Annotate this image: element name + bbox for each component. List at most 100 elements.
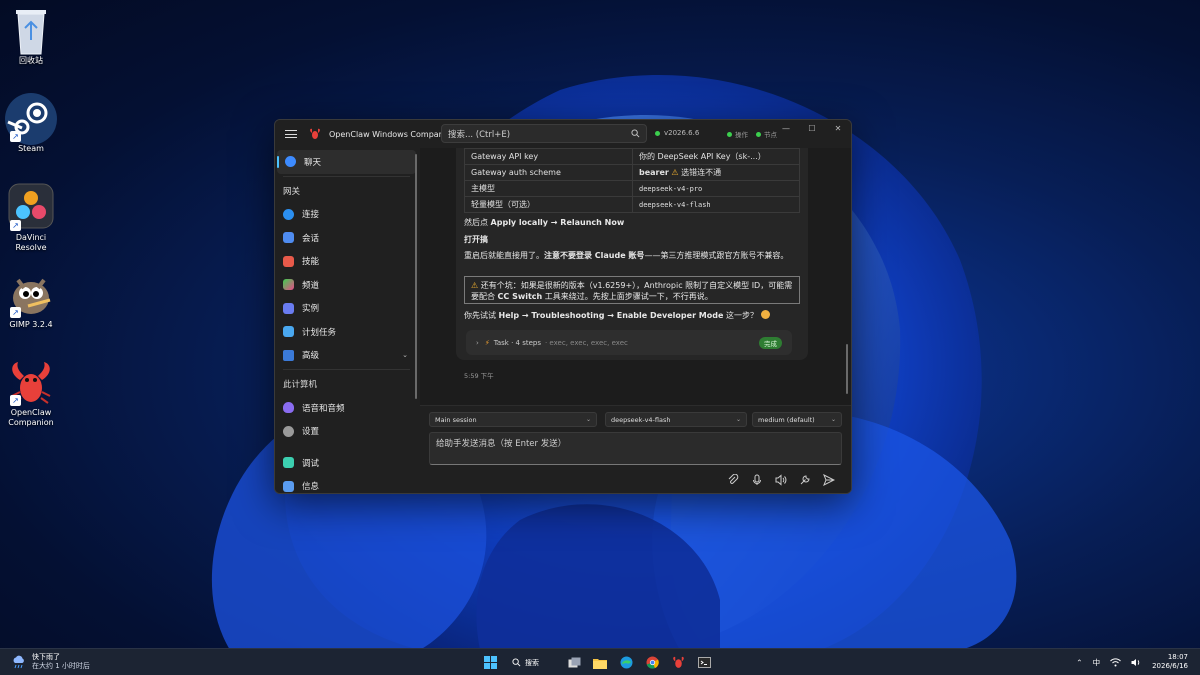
sidebar-item-sessions[interactable]: 会话 bbox=[275, 226, 418, 250]
wrench-icon[interactable] bbox=[799, 474, 811, 486]
select-value: deepseek-v4-flash bbox=[611, 415, 671, 424]
debug-icon bbox=[283, 457, 294, 469]
app-logo-icon bbox=[310, 128, 320, 139]
chat-scrollbar[interactable] bbox=[846, 344, 848, 394]
text: 工具来绕过。先按上面步骤试一下，不行再说。 bbox=[542, 292, 713, 301]
ops-label: 操作 bbox=[735, 131, 748, 139]
desktop-icon-davinci-resolve[interactable]: ↗ DaVinci Resolve bbox=[0, 183, 62, 253]
attach-icon[interactable] bbox=[727, 473, 739, 486]
microphone-icon[interactable] bbox=[751, 474, 763, 486]
text: 这一步？ bbox=[723, 311, 758, 320]
task-summary[interactable]: › ⚡ Task · 4 steps · exec, exec, exec, e… bbox=[466, 330, 792, 355]
openclaw-taskbar-button[interactable] bbox=[668, 653, 688, 672]
sidebar-item-label: 连接 bbox=[302, 210, 320, 221]
effort-select[interactable]: medium (default) ⌄ bbox=[752, 412, 842, 427]
terminal-button[interactable] bbox=[694, 653, 714, 672]
desktop-icon-openclaw[interactable]: ↗ OpenClaw Companion bbox=[0, 358, 62, 428]
file-explorer-button[interactable] bbox=[590, 653, 610, 672]
table-row: Gateway API key 你的 DeepSeek API Key（sk-..… bbox=[464, 148, 800, 165]
message-timestamp: 5:59 下午 bbox=[464, 372, 494, 380]
speaker-icon[interactable] bbox=[775, 474, 787, 486]
chevron-down-icon: ⌄ bbox=[585, 416, 591, 423]
status-badge: 完成 bbox=[759, 336, 782, 349]
table-cell: Gateway auth scheme bbox=[464, 164, 633, 181]
clock-time: 18:07 bbox=[1167, 653, 1188, 661]
sidebar-item-debug[interactable]: 调试 bbox=[275, 451, 418, 475]
sidebar-item-advanced[interactable]: 高级 ⌄ bbox=[275, 344, 418, 368]
text: 然后点 bbox=[464, 218, 491, 227]
clock[interactable]: 18:07 2026/6/16 bbox=[1152, 653, 1188, 671]
table-row: 主模型 deepseek-v4-pro bbox=[464, 180, 800, 197]
table-cell: 轻量模型（可选） bbox=[464, 196, 633, 213]
sidebar-item-label: 计划任务 bbox=[302, 327, 337, 338]
smile-emoji-icon bbox=[760, 310, 770, 319]
sidebar: 聊天 网关 连接 会话 技能 频道 实例 计划任务 高级 ⌄ 此计算机 语音和音频… bbox=[275, 148, 418, 493]
text: 你先试试 bbox=[464, 311, 499, 320]
table-row: Gateway auth scheme bearer ⚠ 选错连不通 bbox=[464, 164, 800, 181]
warning-icon: ⚠ bbox=[471, 281, 479, 290]
session-select[interactable]: Main session ⌄ bbox=[429, 412, 597, 427]
davinci-resolve-icon: ↗ bbox=[8, 183, 54, 231]
maximize-button[interactable]: ☐ bbox=[799, 120, 825, 138]
sidebar-item-label: 高级 bbox=[302, 351, 320, 362]
sidebar-item-chat[interactable]: 聊天 bbox=[277, 150, 416, 174]
sidebar-item-label: 调试 bbox=[302, 458, 320, 469]
sidebar-item-info[interactable]: 信息 bbox=[275, 475, 418, 494]
sidebar-heading-gateway: 网关 bbox=[283, 186, 301, 197]
gimp-icon: ↗ bbox=[8, 270, 54, 318]
sidebar-item-settings[interactable]: 设置 bbox=[275, 420, 418, 444]
task-view-icon bbox=[568, 657, 580, 668]
sidebar-item-connect[interactable]: 连接 bbox=[275, 203, 418, 227]
chevron-down-icon: ⌄ bbox=[402, 351, 408, 360]
volume-icon[interactable] bbox=[1131, 658, 1142, 667]
desktop-icon-steam[interactable]: ↗ Steam bbox=[0, 93, 62, 154]
model-select[interactable]: deepseek-v4-flash ⌄ bbox=[605, 412, 747, 427]
minimize-button[interactable]: — bbox=[773, 120, 799, 138]
search-input[interactable]: 搜索... (Ctrl+E) bbox=[441, 124, 647, 143]
weather-widget[interactable]: 快下雨了 在大约 1 小时时后 bbox=[12, 653, 90, 671]
chat-icon bbox=[285, 156, 296, 168]
start-button[interactable] bbox=[480, 653, 500, 672]
info-icon bbox=[283, 480, 294, 492]
restart-note: 重启后就能直接用了。注意不要登录 Claude 账号——第三方推理模式跟官方账号… bbox=[464, 250, 788, 261]
openclaw-lobster-icon: ↗ bbox=[8, 358, 54, 406]
desktop-icon-gimp[interactable]: ↗ GIMP 3.2.4 bbox=[0, 270, 62, 330]
table-cell: bearer ⚠ 选错连不通 bbox=[632, 164, 800, 181]
search-icon bbox=[631, 129, 640, 138]
desktop-icon-label: OpenClaw Companion bbox=[8, 408, 54, 427]
gear-icon bbox=[283, 425, 294, 437]
chrome-button[interactable] bbox=[642, 653, 662, 672]
sidebar-item-voice-audio[interactable]: 语音和音频 bbox=[275, 396, 418, 420]
folder-icon bbox=[593, 658, 607, 669]
send-icon[interactable] bbox=[823, 473, 836, 487]
sidebar-item-scheduled-tasks[interactable]: 计划任务 bbox=[275, 320, 418, 344]
next-step-question: 你先试试 Help → Troubleshooting → Enable Dev… bbox=[464, 310, 770, 321]
input-method-indicator[interactable]: 中 bbox=[1093, 657, 1101, 668]
desktop-icon-label: 回收站 bbox=[19, 56, 43, 65]
sidebar-scrollbar[interactable] bbox=[415, 154, 417, 399]
rain-cloud-icon bbox=[13, 655, 24, 669]
hamburger-menu-icon[interactable] bbox=[285, 128, 297, 141]
sidebar-item-skills[interactable]: 技能 bbox=[275, 250, 418, 274]
close-button[interactable]: ✕ bbox=[825, 120, 851, 138]
wifi-icon[interactable] bbox=[1110, 657, 1121, 667]
chevron-right-icon: › bbox=[476, 338, 479, 347]
task-view-button[interactable] bbox=[564, 653, 584, 672]
lightning-icon: ⚡ bbox=[484, 338, 490, 347]
edge-button[interactable] bbox=[616, 653, 636, 672]
sidebar-item-label: 信息 bbox=[302, 482, 320, 493]
weather-subtitle: 在大约 1 小时时后 bbox=[32, 662, 90, 670]
desktop-icon-recycle-bin[interactable]: 回收站 bbox=[0, 6, 62, 66]
taskbar-search-button[interactable]: 搜索 bbox=[506, 653, 558, 672]
sidebar-item-channels[interactable]: 频道 bbox=[275, 273, 418, 297]
search-icon bbox=[512, 658, 521, 667]
table-row: 轻量模型（可选） deepseek-v4-flash bbox=[464, 196, 800, 213]
chevron-up-icon[interactable]: ⌃ bbox=[1076, 658, 1082, 667]
advanced-icon bbox=[283, 349, 294, 361]
instances-icon bbox=[283, 302, 294, 314]
window-title: OpenClaw Windows Companion bbox=[329, 129, 456, 139]
warning-callout: ⚠ 还有个坑：如果是很新的版本（v1.6259+），Anthropic 限制了自… bbox=[464, 276, 800, 304]
task-steps: · exec, exec, exec, exec bbox=[544, 338, 628, 347]
sidebar-item-instances[interactable]: 实例 bbox=[275, 297, 418, 321]
message-input[interactable]: 给助手发送消息（按 Enter 发送） bbox=[429, 432, 842, 465]
